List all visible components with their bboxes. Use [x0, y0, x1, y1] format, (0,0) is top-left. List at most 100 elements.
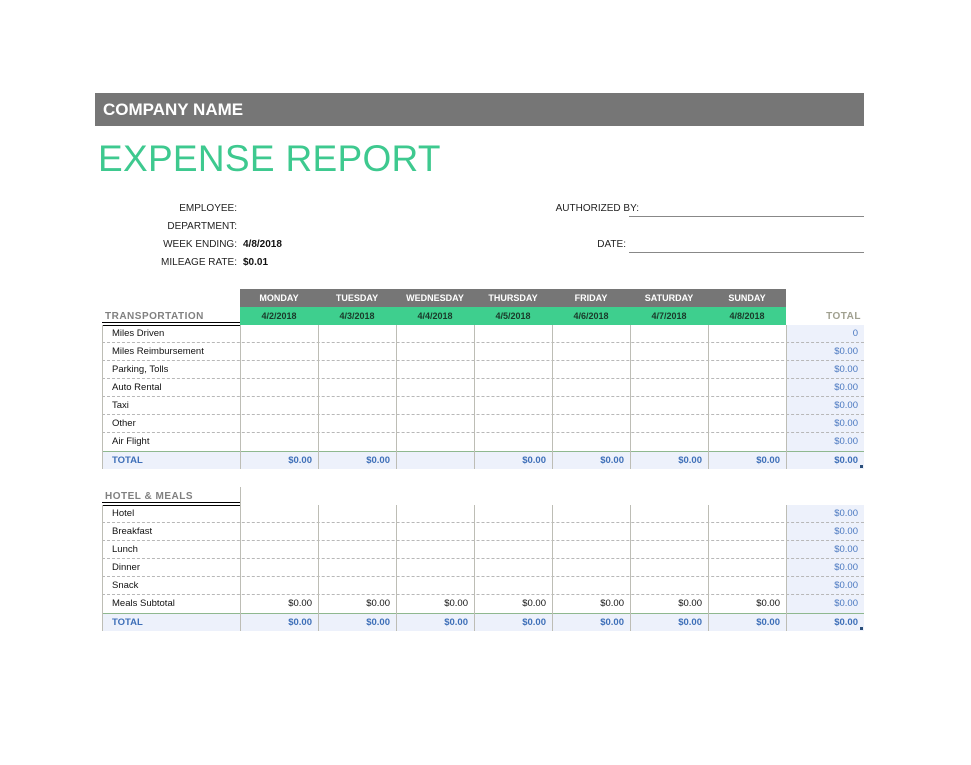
day-amount-cell[interactable]	[552, 382, 624, 394]
day-amount-cell[interactable]	[474, 418, 546, 430]
day-amount-cell[interactable]	[240, 508, 312, 520]
day-amount-cell[interactable]	[318, 418, 390, 430]
day-amount-cell[interactable]: $0.00	[318, 598, 390, 610]
day-amount-cell[interactable]	[630, 346, 702, 358]
day-amount-cell[interactable]	[474, 526, 546, 538]
day-amount-cell[interactable]	[708, 418, 780, 430]
day-amount-cell[interactable]	[630, 364, 702, 376]
day-amount-cell[interactable]	[396, 580, 468, 592]
day-amount-cell[interactable]	[318, 328, 390, 340]
day-amount-cell[interactable]	[396, 436, 468, 448]
day-amount-cell[interactable]	[474, 328, 546, 340]
day-amount-cell[interactable]	[552, 346, 624, 358]
day-amount-cell[interactable]	[240, 526, 312, 538]
day-amount-cell[interactable]: $0.00	[708, 598, 780, 610]
day-amount-cell[interactable]	[552, 508, 624, 520]
day-amount-cell[interactable]	[474, 544, 546, 556]
day-amount-cell[interactable]	[318, 562, 390, 574]
day-amount-cell[interactable]	[474, 436, 546, 448]
day-amount-cell[interactable]	[318, 382, 390, 394]
day-amount-cell[interactable]	[630, 562, 702, 574]
day-amount-cell[interactable]: $0.00	[552, 598, 624, 610]
day-amount-cell[interactable]	[474, 346, 546, 358]
day-amount-cell[interactable]	[630, 400, 702, 412]
day-amount-cell[interactable]	[708, 580, 780, 592]
day-amount-cell[interactable]	[474, 508, 546, 520]
day-amount-cell[interactable]	[474, 400, 546, 412]
day-amount-cell[interactable]	[474, 580, 546, 592]
day-amount-cell[interactable]	[552, 436, 624, 448]
day-amount-cell[interactable]	[240, 562, 312, 574]
day-amount-cell[interactable]	[708, 328, 780, 340]
day-amount-cell[interactable]	[552, 580, 624, 592]
department-field[interactable]	[243, 221, 523, 233]
day-amount-cell[interactable]	[630, 436, 702, 448]
day-amount-cell[interactable]	[396, 562, 468, 574]
day-amount-cell[interactable]	[552, 400, 624, 412]
day-amount-cell[interactable]	[240, 544, 312, 556]
day-amount-cell[interactable]	[708, 382, 780, 394]
day-amount-cell[interactable]	[396, 382, 468, 394]
resize-handle-icon[interactable]	[860, 465, 863, 468]
day-amount-cell[interactable]: $0.00	[474, 598, 546, 610]
row-total: $0.00	[834, 508, 858, 519]
day-amount-cell[interactable]	[630, 508, 702, 520]
employee-field[interactable]	[243, 203, 523, 215]
day-amount-cell[interactable]	[474, 364, 546, 376]
day-amount-cell[interactable]	[552, 418, 624, 430]
day-amount-cell[interactable]	[552, 562, 624, 574]
day-amount-cell[interactable]	[318, 508, 390, 520]
day-amount-cell[interactable]	[708, 436, 780, 448]
day-amount-cell[interactable]	[240, 382, 312, 394]
day-amount-cell[interactable]	[318, 526, 390, 538]
day-amount-cell[interactable]	[708, 400, 780, 412]
day-amount-cell[interactable]	[240, 400, 312, 412]
day-amount-cell[interactable]	[396, 544, 468, 556]
day-amount-cell[interactable]	[708, 562, 780, 574]
day-amount-cell[interactable]	[240, 346, 312, 358]
day-amount-cell[interactable]: $0.00	[396, 598, 468, 610]
day-amount-cell[interactable]	[396, 508, 468, 520]
day-amount-cell[interactable]	[396, 328, 468, 340]
day-amount-cell[interactable]	[552, 544, 624, 556]
day-amount-cell[interactable]	[552, 364, 624, 376]
day-amount-cell[interactable]	[474, 382, 546, 394]
day-amount-cell[interactable]: $0.00	[240, 598, 312, 610]
day-amount-cell[interactable]	[708, 364, 780, 376]
day-amount-cell[interactable]	[474, 562, 546, 574]
day-amount-cell[interactable]	[630, 382, 702, 394]
day-amount-cell[interactable]	[318, 400, 390, 412]
resize-handle-icon[interactable]	[860, 627, 863, 630]
day-amount-cell[interactable]	[240, 580, 312, 592]
day-amount-cell[interactable]	[396, 526, 468, 538]
day-amount-cell[interactable]	[240, 328, 312, 340]
day-amount-cell[interactable]	[630, 580, 702, 592]
day-amount-cell[interactable]	[630, 328, 702, 340]
day-amount-cell[interactable]	[630, 544, 702, 556]
day-amount-cell[interactable]	[708, 346, 780, 358]
day-amount-cell[interactable]	[318, 436, 390, 448]
day-amount-cell[interactable]	[552, 526, 624, 538]
day-amount-cell[interactable]	[630, 418, 702, 430]
day-amount-cell[interactable]	[708, 526, 780, 538]
day-amount-cell[interactable]: $0.00	[630, 598, 702, 610]
day-amount-cell[interactable]	[240, 418, 312, 430]
day-amount-cell[interactable]	[240, 364, 312, 376]
day-amount-cell[interactable]	[318, 364, 390, 376]
week-ending-field[interactable]: 4/8/2018	[243, 239, 282, 250]
day-amount-cell[interactable]	[396, 400, 468, 412]
date-field[interactable]	[630, 238, 864, 252]
day-amount-cell[interactable]	[396, 418, 468, 430]
day-amount-cell[interactable]	[708, 544, 780, 556]
authorized-by-field[interactable]	[630, 202, 864, 216]
day-amount-cell[interactable]	[552, 328, 624, 340]
mileage-rate-field[interactable]: $0.01	[243, 257, 268, 268]
day-amount-cell[interactable]	[318, 544, 390, 556]
day-amount-cell[interactable]	[396, 364, 468, 376]
day-amount-cell[interactable]	[318, 346, 390, 358]
day-amount-cell[interactable]	[240, 436, 312, 448]
day-amount-cell[interactable]	[318, 580, 390, 592]
day-amount-cell[interactable]	[396, 346, 468, 358]
day-amount-cell[interactable]	[630, 526, 702, 538]
day-amount-cell[interactable]	[708, 508, 780, 520]
